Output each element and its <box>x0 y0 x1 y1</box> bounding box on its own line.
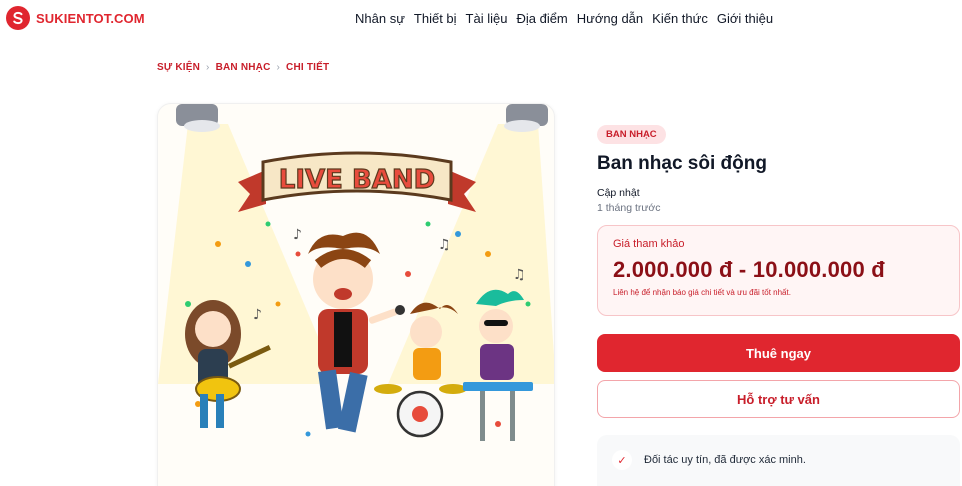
nav-item-tai-lieu[interactable]: Tài liệu <box>466 11 508 26</box>
nav-item-thiet-bi[interactable]: Thiết bị <box>414 11 457 26</box>
feature-item: ✓ Đối tác uy tín, đã được xác minh. <box>612 450 945 470</box>
breadcrumb-item-su-kien[interactable]: SỰ KIỆN <box>157 62 200 73</box>
nav-item-dia-diem[interactable]: Địa điểm <box>516 11 567 26</box>
breadcrumb-item-chi-tiet: CHI TIẾT <box>286 62 330 73</box>
price-value: 2.000.000 đ - 10.000.000 đ <box>613 257 885 282</box>
breadcrumb: SỰ KIỆN › BAN NHẠC › CHI TIẾT <box>157 62 329 73</box>
updated-label: Cập nhật <box>597 187 640 199</box>
rent-now-button[interactable]: Thuê ngay <box>597 334 960 372</box>
product-details: BAN NHẠC Ban nhạc sôi động Cập nhật 1 th… <box>597 124 960 486</box>
product-title: Ban nhạc sôi động <box>597 153 767 174</box>
product-image: LIVE BAND ♪ ♫ ♪ ♫ <box>157 103 555 486</box>
banner-text: LIVE BAND <box>279 165 435 195</box>
live-band-illustration: LIVE BAND ♪♫♪♫ <box>158 104 554 441</box>
top-navigation-bar: SUKIENTOT.COM Nhân sự Thiết bị Tài liệu … <box>0 0 962 40</box>
price-note: Liên hệ để nhận báo giá chi tiết và ưu đ… <box>613 288 791 297</box>
site-logo[interactable]: SUKIENTOT.COM <box>6 6 145 30</box>
consult-support-button[interactable]: Hỗ trợ tư vấn <box>597 380 960 418</box>
price-label: Giá tham khảo <box>613 238 685 250</box>
feature-text: Đối tác uy tín, đã được xác minh. <box>644 454 806 466</box>
site-name: SUKIENTOT.COM <box>36 10 145 26</box>
svg-text:♪: ♪ <box>253 307 262 323</box>
svg-text:♪: ♪ <box>293 227 302 243</box>
feature-list: ✓ Đối tác uy tín, đã được xác minh. <box>597 435 960 486</box>
category-badge: BAN NHẠC <box>597 125 666 144</box>
breadcrumb-separator: › <box>276 62 281 73</box>
logo-s-icon <box>6 6 30 30</box>
nav-item-kien-thuc[interactable]: Kiến thức <box>652 11 708 26</box>
breadcrumb-separator: › <box>206 62 210 73</box>
breadcrumb-item-ban-nhac[interactable]: BAN NHẠC <box>216 62 271 73</box>
svg-text:♫: ♫ <box>438 237 451 253</box>
updated-value: 1 tháng trước <box>597 202 661 214</box>
check-icon: ✓ <box>612 450 632 470</box>
nav-item-nhan-su[interactable]: Nhân sự <box>355 11 405 26</box>
main-nav: Nhân sự Thiết bị Tài liệu Địa điểm Hướng… <box>355 11 773 26</box>
nav-item-huong-dan[interactable]: Hướng dẫn <box>577 11 643 26</box>
svg-text:♫: ♫ <box>513 267 526 283</box>
price-box: Giá tham khảo 2.000.000 đ - 10.000.000 đ… <box>597 225 960 316</box>
nav-item-gioi-thieu[interactable]: Giới thiệu <box>717 11 773 26</box>
